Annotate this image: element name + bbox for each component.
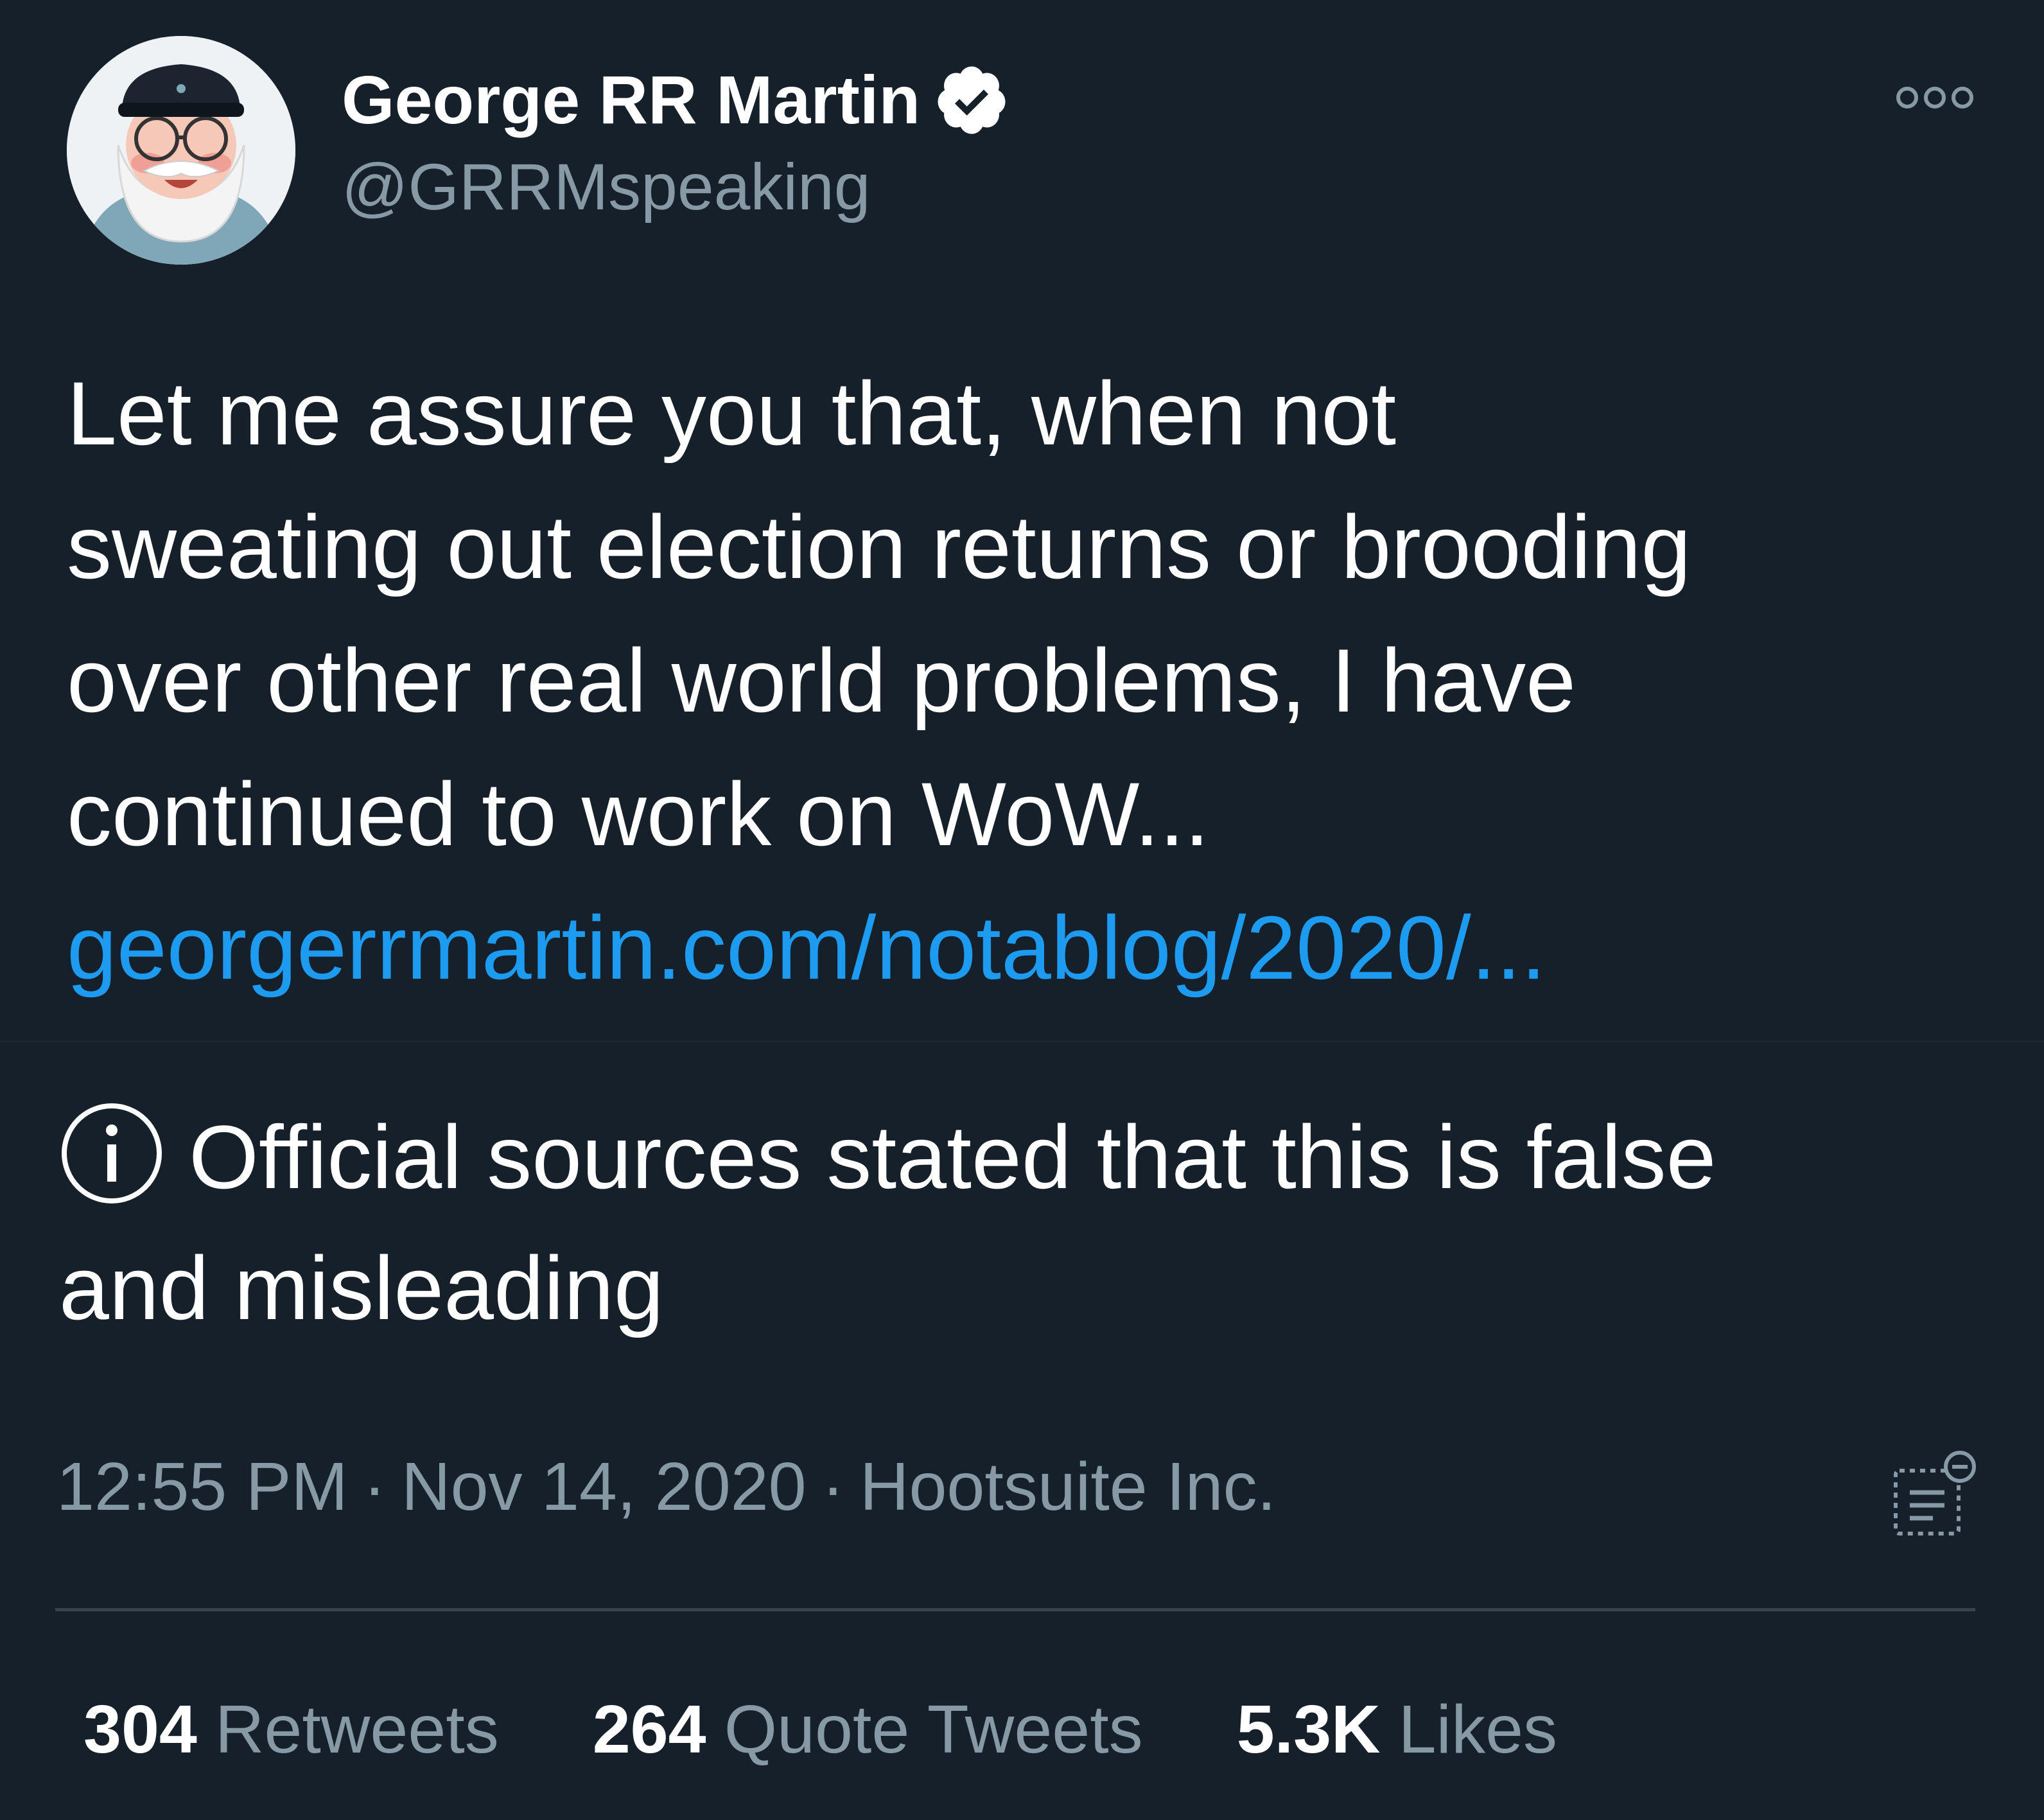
tweet-text-line: sweating out election returns or broodin… — [67, 496, 1691, 597]
meta-separator: · — [363, 1449, 387, 1525]
author-display-name[interactable]: George RR Martin — [342, 66, 920, 134]
author-display-name-row[interactable]: George RR Martin — [342, 62, 1010, 139]
more-dots-icon — [1896, 87, 1973, 109]
avatar[interactable] — [67, 36, 295, 265]
tweet-text-line: over other real world problems, I have — [67, 630, 1576, 731]
tweet-text-line: continued to work on WoW... — [67, 764, 1210, 864]
notice-text-line2: and misleading — [59, 1238, 664, 1338]
tweet-date[interactable]: Nov 14, 2020 — [401, 1449, 807, 1525]
meta-separator: · — [821, 1449, 844, 1525]
analytics-icon — [1894, 1451, 1976, 1536]
tweet-source[interactable]: Hootsuite Inc. — [860, 1449, 1276, 1525]
likes-count: 5.3K — [1236, 1692, 1381, 1767]
retweets-count: 304 — [83, 1692, 197, 1767]
tweet-stats: 304 Retweets 264 Quote Tweets 5.3K Likes — [83, 1695, 1651, 1763]
likes-label: Likes — [1398, 1692, 1558, 1767]
retweets-stat[interactable]: 304 Retweets — [83, 1695, 499, 1763]
avatar-cartoon — [67, 36, 295, 265]
verified-badge-icon — [938, 66, 1006, 134]
misinformation-notice[interactable]: Official sources stated that this is fal… — [59, 1092, 1986, 1354]
tweet-link[interactable]: georgerrmartin.com/notablog/2020/... — [67, 881, 1546, 1015]
retweets-label: Retweets — [214, 1692, 499, 1767]
tweet-meta: 12:55 PM · Nov 14, 2020 · Hootsuite Inc. — [57, 1453, 1276, 1521]
notice-text-line1: Official sources stated that this is fal… — [189, 1107, 1716, 1207]
author-handle[interactable]: @GRRMspeaking — [342, 154, 870, 220]
more-options-button[interactable] — [1894, 77, 1975, 118]
tweet-text-line: Let me assure you that, when not — [67, 363, 1397, 464]
quote-tweets-stat[interactable]: 264 Quote Tweets — [593, 1695, 1143, 1763]
divider — [55, 1608, 1975, 1611]
tweet-time[interactable]: 12:55 PM — [57, 1449, 348, 1525]
analytics-button[interactable] — [1888, 1445, 1978, 1541]
tweet-text: Let me assure you that, when not sweatin… — [67, 347, 1968, 881]
info-icon — [62, 1103, 162, 1203]
quote-tweets-label: Quote Tweets — [724, 1692, 1143, 1767]
likes-stat[interactable]: 5.3K Likes — [1237, 1695, 1557, 1763]
quote-tweets-count: 264 — [592, 1692, 706, 1767]
divider — [0, 1040, 2044, 1042]
